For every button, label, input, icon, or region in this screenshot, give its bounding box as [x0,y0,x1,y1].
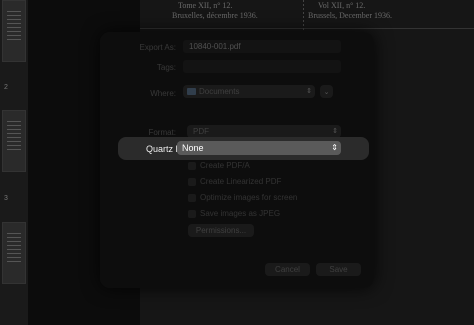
save-jpeg-label: Save images as JPEG [200,209,281,218]
export-as-field[interactable]: 10840-001.pdf [183,40,341,53]
thumbnail-sidebar: 2 3 [0,0,28,325]
quartz-filter-value: None [182,143,204,153]
save-jpeg-checkbox[interactable] [188,210,196,218]
cancel-button[interactable]: Cancel [265,263,310,276]
optimize-images-label: Optimize images for screen [200,193,298,202]
tags-field[interactable] [183,60,341,73]
divider [303,0,304,30]
chevron-updown-icon: ⇕ [331,143,338,152]
where-label: Where: [150,89,176,98]
export-as-label: Export As: [139,43,176,52]
quartz-filter-popup[interactable]: None ⇕ [177,141,341,155]
format-value: PDF [193,127,209,136]
doc-right-subtitle: Brussels, December 1936. [308,11,392,20]
chevron-updown-icon: ⇕ [306,88,312,95]
create-pdfa-checkbox[interactable] [188,162,196,170]
tags-label: Tags: [156,63,176,72]
page-thumbnail[interactable] [2,0,26,62]
doc-right-title: Vol XII, n° 12. [318,1,366,10]
save-button[interactable]: Save [316,263,361,276]
doc-left-title: Tome XII, n° 12. [178,1,233,10]
chevron-down-icon: ⌄ [323,89,330,96]
page-number: 2 [4,84,8,91]
folder-icon [187,88,196,95]
format-label: Format: [148,128,176,137]
page-number: 3 [4,195,8,202]
doc-left-subtitle: Bruxelles, décembre 1936. [172,11,258,20]
page-thumbnail[interactable] [2,222,26,284]
where-value: Documents [199,87,240,96]
create-linearized-checkbox[interactable] [188,178,196,186]
create-linearized-label: Create Linearized PDF [200,177,282,186]
page-thumbnail[interactable] [2,110,26,172]
permissions-button[interactable]: Permissions... [188,224,254,237]
where-popup[interactable]: Documents ⇕ [183,85,315,98]
optimize-images-checkbox[interactable] [188,194,196,202]
divider [140,28,474,29]
expand-button[interactable]: ⌄ [320,85,333,98]
create-pdfa-label: Create PDF/A [200,161,250,170]
